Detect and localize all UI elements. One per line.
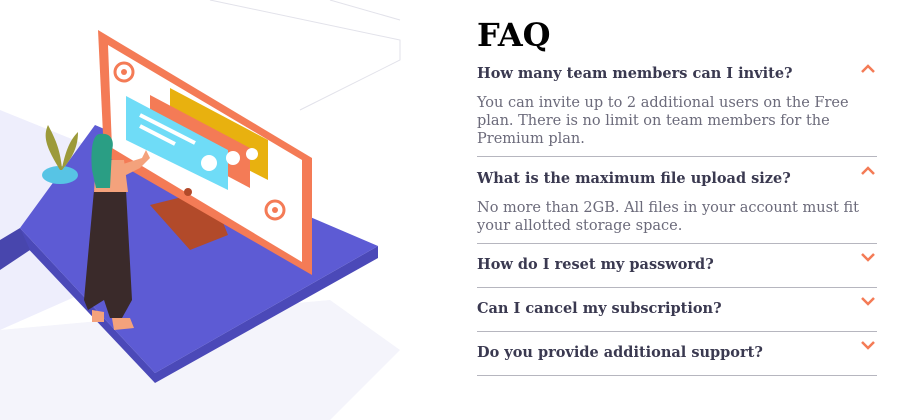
chevron-down-icon[interactable] — [861, 252, 875, 262]
faq-item: What is the maximum file upload size? No… — [477, 157, 877, 244]
faq-item: Can I cancel my subscription? — [477, 288, 877, 332]
monitor-button — [184, 188, 192, 196]
faq-question-button[interactable]: Can I cancel my subscription? — [477, 288, 877, 331]
faq-section: FAQ How many team members can I invite? … — [477, 16, 877, 376]
faq-question-button[interactable]: How do I reset my password? — [477, 244, 877, 287]
chevron-up-icon[interactable] — [861, 166, 875, 176]
faq-question-button[interactable]: What is the maximum file upload size? — [477, 166, 877, 199]
faq-item: How many team members can I invite? You … — [477, 64, 877, 157]
chevron-down-icon[interactable] — [861, 340, 875, 350]
faq-question-button[interactable]: Do you provide additional support? — [477, 332, 877, 375]
background-outline — [209, 0, 401, 111]
chevron-up-icon[interactable] — [861, 64, 875, 74]
faq-question-button[interactable]: How many team members can I invite? — [477, 64, 877, 94]
page-title: FAQ — [477, 16, 551, 54]
faq-item: How do I reset my password? — [477, 244, 877, 288]
background-outline — [329, 0, 401, 21]
hero-illustration — [0, 0, 401, 420]
faq-answer: You can invite up to 2 additional users … — [477, 95, 849, 147]
faq-answer: No more than 2GB. All files in your acco… — [477, 200, 859, 234]
message-dot — [201, 155, 217, 171]
message-dot — [226, 151, 240, 165]
chevron-down-icon[interactable] — [861, 296, 875, 306]
faq-item: Do you provide additional support? — [477, 332, 877, 376]
message-dot — [246, 148, 258, 160]
